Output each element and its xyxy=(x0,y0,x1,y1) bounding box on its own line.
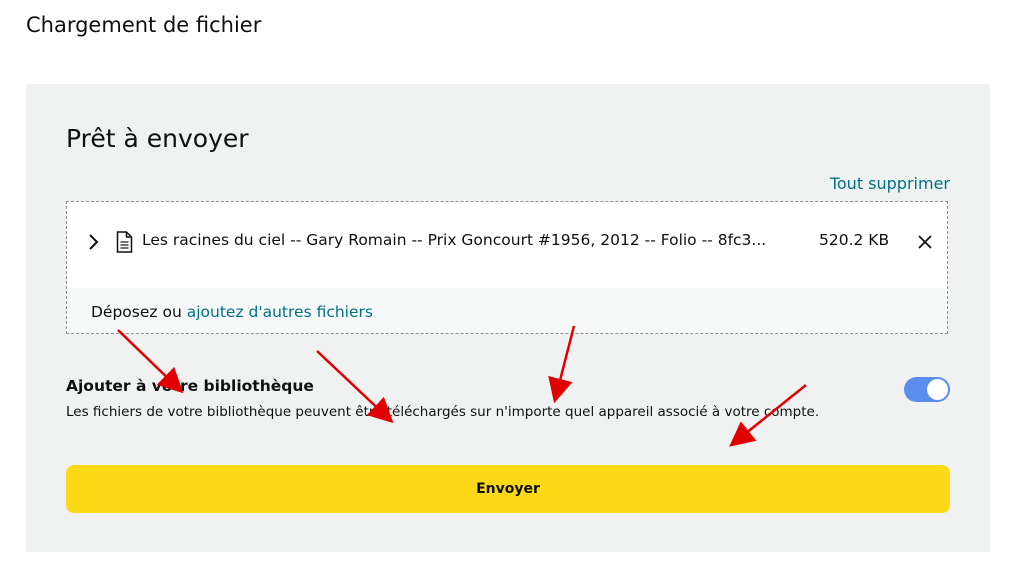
library-description: Les fichiers de votre bibliothèque peuve… xyxy=(66,404,820,420)
document-icon xyxy=(116,231,133,253)
chevron-right-icon[interactable] xyxy=(85,230,103,254)
file-row: Les racines du ciel -- Gary Romain -- Pr… xyxy=(67,202,947,288)
close-icon[interactable] xyxy=(916,233,934,251)
clear-all-link[interactable]: Tout supprimer xyxy=(830,174,950,193)
page-title: Chargement de fichier xyxy=(26,13,262,37)
file-size: 520.2 KB xyxy=(819,231,890,249)
drop-hint-text: Déposez ou xyxy=(91,303,182,321)
drop-hint: Déposez ou ajoutez d'autres fichiers xyxy=(91,303,373,321)
toggle-knob xyxy=(927,379,948,400)
library-toggle[interactable] xyxy=(904,377,950,402)
send-button[interactable]: Envoyer xyxy=(66,465,950,513)
upload-panel: Prêt à envoyer Tout supprimer Les racine… xyxy=(26,84,990,552)
add-files-link[interactable]: ajoutez d'autres fichiers xyxy=(187,303,373,321)
panel-title: Prêt à envoyer xyxy=(66,124,249,153)
library-title: Ajouter à votre bibliothèque xyxy=(66,377,314,395)
drop-zone[interactable]: Les racines du ciel -- Gary Romain -- Pr… xyxy=(66,201,948,334)
file-name: Les racines du ciel -- Gary Romain -- Pr… xyxy=(142,231,767,249)
